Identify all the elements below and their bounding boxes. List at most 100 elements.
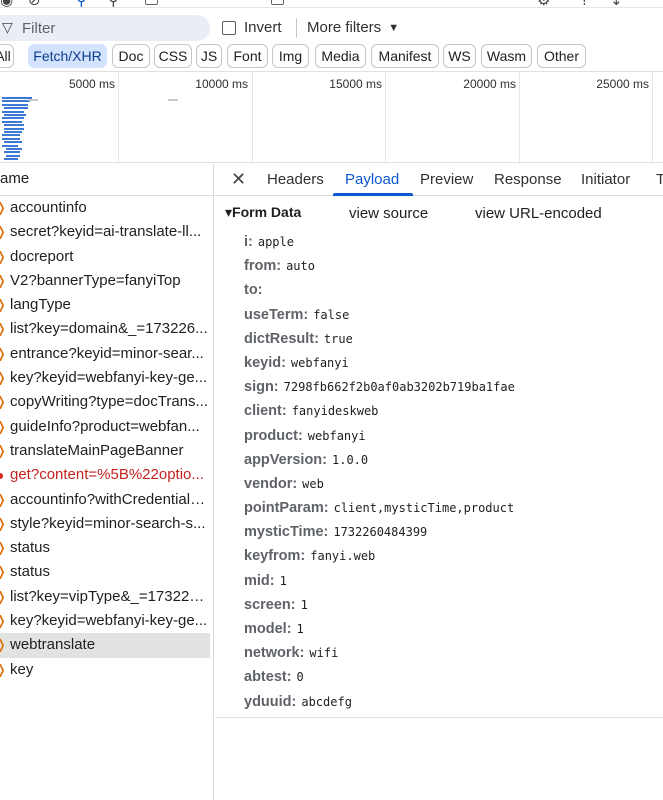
request-row[interactable]: ❭key bbox=[0, 658, 210, 682]
request-row[interactable]: ❭langType bbox=[0, 293, 210, 317]
xhr-icon: ❭ bbox=[0, 439, 7, 463]
view-source-link[interactable]: view source bbox=[349, 205, 428, 222]
param-value[interactable]: webfanyi bbox=[308, 429, 366, 443]
request-row[interactable]: ❭webtranslate bbox=[0, 633, 210, 658]
param-row: from: auto bbox=[244, 254, 654, 278]
close-icon[interactable]: ✕ bbox=[231, 169, 246, 190]
waterfall-bar bbox=[4, 107, 28, 110]
request-row[interactable]: ❭copyWriting?type=docTrans... bbox=[0, 390, 210, 414]
param-value[interactable]: wifi bbox=[309, 646, 338, 660]
param-value[interactable]: webfanyi bbox=[291, 356, 349, 370]
request-row[interactable]: ❭list?key=vipType&_=173226... bbox=[0, 585, 210, 609]
request-row[interactable]: ❭style?keyid=minor-search-s... bbox=[0, 512, 210, 536]
request-row[interactable]: ❭status bbox=[0, 560, 210, 584]
tab-response[interactable]: Response bbox=[494, 171, 562, 188]
chip-css[interactable]: CSS bbox=[154, 44, 192, 68]
request-row[interactable]: ❭key?keyid=webfanyi-key-ge... bbox=[0, 366, 210, 390]
view-url-encoded-link[interactable]: view URL-encoded bbox=[475, 205, 602, 222]
chip-js[interactable]: JS bbox=[196, 44, 222, 68]
request-row[interactable]: ❭accountinfo?withCredentials... bbox=[0, 488, 210, 512]
param-row: abtest: 0 bbox=[244, 665, 654, 689]
chip-all[interactable]: All bbox=[0, 44, 14, 68]
chip-img[interactable]: Img bbox=[272, 44, 309, 68]
waterfall-bar bbox=[4, 131, 22, 133]
xhr-icon: ❭ bbox=[0, 390, 7, 414]
param-key: yduuid: bbox=[244, 693, 297, 710]
chip-font[interactable]: Font bbox=[227, 44, 268, 68]
request-row[interactable]: ❭accountinfo bbox=[0, 196, 210, 220]
param-value[interactable]: 1 bbox=[297, 622, 304, 636]
param-key: useTerm: bbox=[244, 306, 309, 323]
chip-fetch-xhr[interactable]: Fetch/XHR bbox=[28, 44, 107, 68]
chip-manifest[interactable]: Manifest bbox=[371, 44, 439, 68]
waterfall-bar bbox=[2, 117, 24, 120]
invert-checkbox[interactable] bbox=[222, 20, 236, 35]
request-name: webtranslate bbox=[10, 636, 96, 654]
resource-type-filters: All Fetch/XHR Doc CSS JS Font Img Media … bbox=[0, 44, 663, 68]
request-name: status bbox=[10, 563, 51, 581]
param-value[interactable]: 1 bbox=[280, 574, 287, 588]
param-row: model: 1 bbox=[244, 617, 654, 641]
tab-headers[interactable]: Headers bbox=[267, 171, 324, 188]
waterfall-bar bbox=[4, 114, 26, 116]
param-value[interactable]: web bbox=[302, 477, 324, 491]
waterfall-bar bbox=[28, 99, 38, 101]
chip-other[interactable]: Other bbox=[537, 44, 586, 68]
param-value[interactable]: 0 bbox=[297, 670, 304, 684]
param-value[interactable]: 1.0.0 bbox=[332, 453, 368, 467]
param-value[interactable]: fanyideskweb bbox=[292, 404, 379, 418]
waterfall-bar bbox=[2, 144, 18, 147]
param-value[interactable]: 1732260484399 bbox=[333, 525, 427, 539]
request-detail-panel: ✕ Headers Payload Preview Response Initi… bbox=[215, 164, 663, 800]
chip-wasm[interactable]: Wasm bbox=[481, 44, 532, 68]
network-overview[interactable]: 5000 ms 10000 ms 15000 ms 20000 ms 25000… bbox=[0, 71, 663, 164]
param-value[interactable]: abcdefg bbox=[301, 695, 352, 709]
param-value[interactable]: fanyi.web bbox=[310, 549, 375, 563]
xhr-icon: ❭ bbox=[0, 220, 7, 244]
name-column-header[interactable]: ame bbox=[0, 164, 213, 196]
request-row[interactable]: ❭docreport bbox=[0, 245, 210, 269]
param-value[interactable]: apple bbox=[258, 235, 294, 249]
chip-media[interactable]: Media bbox=[315, 44, 366, 68]
param-row: client: fanyideskweb bbox=[244, 399, 654, 423]
request-row[interactable]: ❭translateMainPageBanner bbox=[0, 439, 210, 463]
waterfall-bar bbox=[4, 124, 24, 127]
request-row[interactable]: ❭key?keyid=webfanyi-key-ge... bbox=[0, 609, 210, 633]
request-row[interactable]: ● get?content=%5B%22optio... bbox=[0, 463, 210, 487]
xhr-icon: ❭ bbox=[0, 317, 7, 341]
param-key: appVersion: bbox=[244, 451, 327, 468]
waterfall-bar bbox=[168, 99, 178, 101]
filter-input[interactable] bbox=[22, 18, 202, 38]
request-row[interactable]: ❭V2?bannerType=fanyiTop bbox=[0, 269, 210, 293]
divider bbox=[296, 18, 297, 38]
request-row[interactable]: ❭list?key=domain&_=173226... bbox=[0, 317, 210, 341]
param-value[interactable]: true bbox=[324, 332, 353, 346]
request-row[interactable]: ❭secret?keyid=ai-translate-ll... bbox=[0, 220, 210, 244]
param-value[interactable]: client,mysticTime,product bbox=[334, 501, 515, 515]
param-row: product: webfanyi bbox=[244, 424, 654, 448]
param-value[interactable]: false bbox=[313, 308, 349, 322]
more-filters-dropdown[interactable]: More filters ▼ bbox=[307, 19, 399, 36]
invert-toggle[interactable]: Invert bbox=[222, 19, 282, 36]
xhr-icon: ❭ bbox=[0, 560, 7, 584]
chip-ws[interactable]: WS bbox=[443, 44, 476, 68]
more-filters-label: More filters bbox=[307, 19, 382, 36]
param-key: dictResult: bbox=[244, 330, 319, 347]
chip-doc[interactable]: Doc bbox=[112, 44, 150, 68]
param-value[interactable]: auto bbox=[286, 259, 315, 273]
request-name: list?key=domain&_=173226... bbox=[10, 320, 208, 338]
export-icon: ⇣ bbox=[610, 0, 623, 7]
form-data-section-toggle[interactable]: ▾Form Data bbox=[225, 204, 301, 221]
param-value[interactable]: 7298fb662f2b0af0ab3202b719ba1fae bbox=[284, 380, 515, 394]
request-row[interactable]: ❭status bbox=[0, 536, 210, 560]
tab-initiator[interactable]: Initiator bbox=[581, 171, 630, 188]
filter-box[interactable]: ▽ bbox=[0, 15, 210, 41]
tab-preview[interactable]: Preview bbox=[420, 171, 473, 188]
request-row[interactable]: ❭entrance?keyid=minor-sear... bbox=[0, 342, 210, 366]
waterfall-bar bbox=[2, 120, 22, 123]
tab-payload[interactable]: Payload bbox=[345, 171, 399, 188]
param-key: from: bbox=[244, 258, 282, 275]
tab-timing[interactable]: T bbox=[656, 171, 663, 188]
request-row[interactable]: ❭guideInfo?product=webfan... bbox=[0, 415, 210, 439]
param-value[interactable]: 1 bbox=[301, 598, 308, 612]
